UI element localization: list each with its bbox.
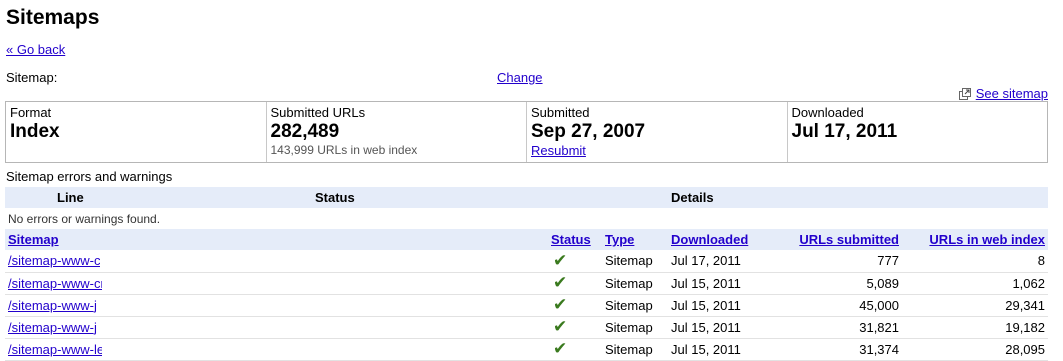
sitemap-link[interactable]: /sitemap-www-c xyxy=(8,253,100,268)
type-cell: Sitemap xyxy=(602,338,668,361)
urls-submitted-cell: 45,000 xyxy=(775,294,902,317)
submitted-cell: Submitted Sep 27, 2007 Resubmit xyxy=(527,102,788,162)
downloaded-value: Jul 17, 2011 xyxy=(791,121,898,142)
urls-indexed-cell: 8 xyxy=(902,250,1048,273)
urls-indexed-cell: 28,095 xyxy=(902,338,1048,361)
see-sitemap-link[interactable]: See sitemap xyxy=(976,86,1048,101)
sitemap-link[interactable]: /sitemap-www-cr xyxy=(8,276,102,291)
table-row: /sitemap-www-j ✔ Sitemap Jul 15, 2011 45… xyxy=(5,294,1048,317)
urls-indexed-cell: 1,062 xyxy=(902,272,1048,295)
errors-empty-row: No errors or warnings found. xyxy=(5,208,1048,230)
urls-submitted-cell: 31,374 xyxy=(775,338,902,361)
sort-type-link[interactable]: Type xyxy=(605,232,634,247)
submitted-urls-cell: Submitted URLs 282,489 143,999 URLs in w… xyxy=(267,102,527,162)
table-row: /sitemap-www-j ✔ Sitemap Jul 15, 2011 31… xyxy=(5,316,1048,339)
change-link[interactable]: Change xyxy=(497,70,543,85)
checkmark-icon: ✔ xyxy=(553,317,568,336)
submitted-label: Submitted xyxy=(531,105,590,120)
sort-sitemap-link[interactable]: Sitemap xyxy=(8,232,59,247)
format-cell: Format Index xyxy=(6,102,267,162)
sitemaps-header-row: Sitemap Status Type Downloaded URLs subm… xyxy=(5,229,1048,250)
downloaded-cell: Jul 15, 2011 xyxy=(668,316,775,339)
errors-header-row: Line Status Details xyxy=(5,187,1048,208)
sitemap-link[interactable]: /sitemap-www-j xyxy=(8,298,97,313)
page-title: Sitemaps xyxy=(6,6,100,29)
downloaded-cell: Jul 15, 2011 xyxy=(668,272,775,295)
sitemap-link[interactable]: /sitemap-www-j xyxy=(8,320,97,335)
submitted-urls-label: Submitted URLs xyxy=(270,105,366,120)
urls-indexed-cell: 19,182 xyxy=(902,316,1048,339)
format-value: Index xyxy=(10,121,60,142)
format-label: Format xyxy=(10,105,52,120)
sort-urls-submitted-link[interactable]: URLs submitted xyxy=(799,232,899,247)
see-sitemap[interactable]: See sitemap xyxy=(958,86,1048,101)
checkmark-icon: ✔ xyxy=(553,250,568,270)
errors-section-title: Sitemap errors and warnings xyxy=(6,169,173,184)
submitted-value: Sep 27, 2007 xyxy=(531,121,646,142)
go-back-link[interactable]: « Go back xyxy=(6,42,65,57)
checkmark-icon: ✔ xyxy=(553,339,568,358)
urls-submitted-cell: 777 xyxy=(775,250,902,273)
urls-indexed-cell: 29,341 xyxy=(902,294,1048,317)
downloaded-label: Downloaded xyxy=(791,105,864,120)
table-row: /sitemap-www-cr ✔ Sitemap Jul 15, 2011 5… xyxy=(5,272,1048,295)
sitemap-link[interactable]: /sitemap-www-le xyxy=(8,342,102,357)
type-cell: Sitemap xyxy=(602,272,668,295)
downloaded-cell: Jul 17, 2011 xyxy=(668,250,775,273)
type-cell: Sitemap xyxy=(602,294,668,317)
sitemap-summary: Format Index Submitted URLs 282,489 143,… xyxy=(5,101,1048,163)
table-row: /sitemap-www-le ✔ Sitemap Jul 15, 2011 3… xyxy=(5,338,1048,361)
no-errors-message: No errors or warnings found. xyxy=(5,208,1048,230)
downloaded-cell: Jul 15, 2011 xyxy=(668,294,775,317)
details-header: Details xyxy=(461,187,1048,208)
urls-submitted-cell: 31,821 xyxy=(775,316,902,339)
type-cell: Sitemap xyxy=(602,316,668,339)
line-header: Line xyxy=(5,187,105,208)
sort-downloaded-link[interactable]: Downloaded xyxy=(671,232,748,247)
urls-in-web-index: 143,999 URLs in web index xyxy=(270,143,418,157)
external-link-icon xyxy=(958,87,972,100)
sort-urls-indexed-link[interactable]: URLs in web index xyxy=(929,232,1045,247)
sitemaps-table: Sitemap Status Type Downloaded URLs subm… xyxy=(5,229,1048,361)
status-header: Status xyxy=(105,187,461,208)
urls-submitted-cell: 5,089 xyxy=(775,272,902,295)
sitemap-label: Sitemap: xyxy=(6,70,58,85)
type-cell: Sitemap xyxy=(602,250,668,273)
table-row: /sitemap-www-c ✔ Sitemap Jul 17, 2011 77… xyxy=(5,250,1048,273)
sort-status-link[interactable]: Status xyxy=(551,232,591,247)
errors-table: Line Status Details No errors or warning… xyxy=(5,187,1048,230)
resubmit-link[interactable]: Resubmit xyxy=(531,143,586,158)
checkmark-icon: ✔ xyxy=(553,273,568,292)
submitted-urls-value: 282,489 xyxy=(270,121,340,142)
downloaded-cell: Downloaded Jul 17, 2011 xyxy=(788,102,1048,162)
checkmark-icon: ✔ xyxy=(553,295,568,314)
downloaded-cell: Jul 15, 2011 xyxy=(668,338,775,361)
